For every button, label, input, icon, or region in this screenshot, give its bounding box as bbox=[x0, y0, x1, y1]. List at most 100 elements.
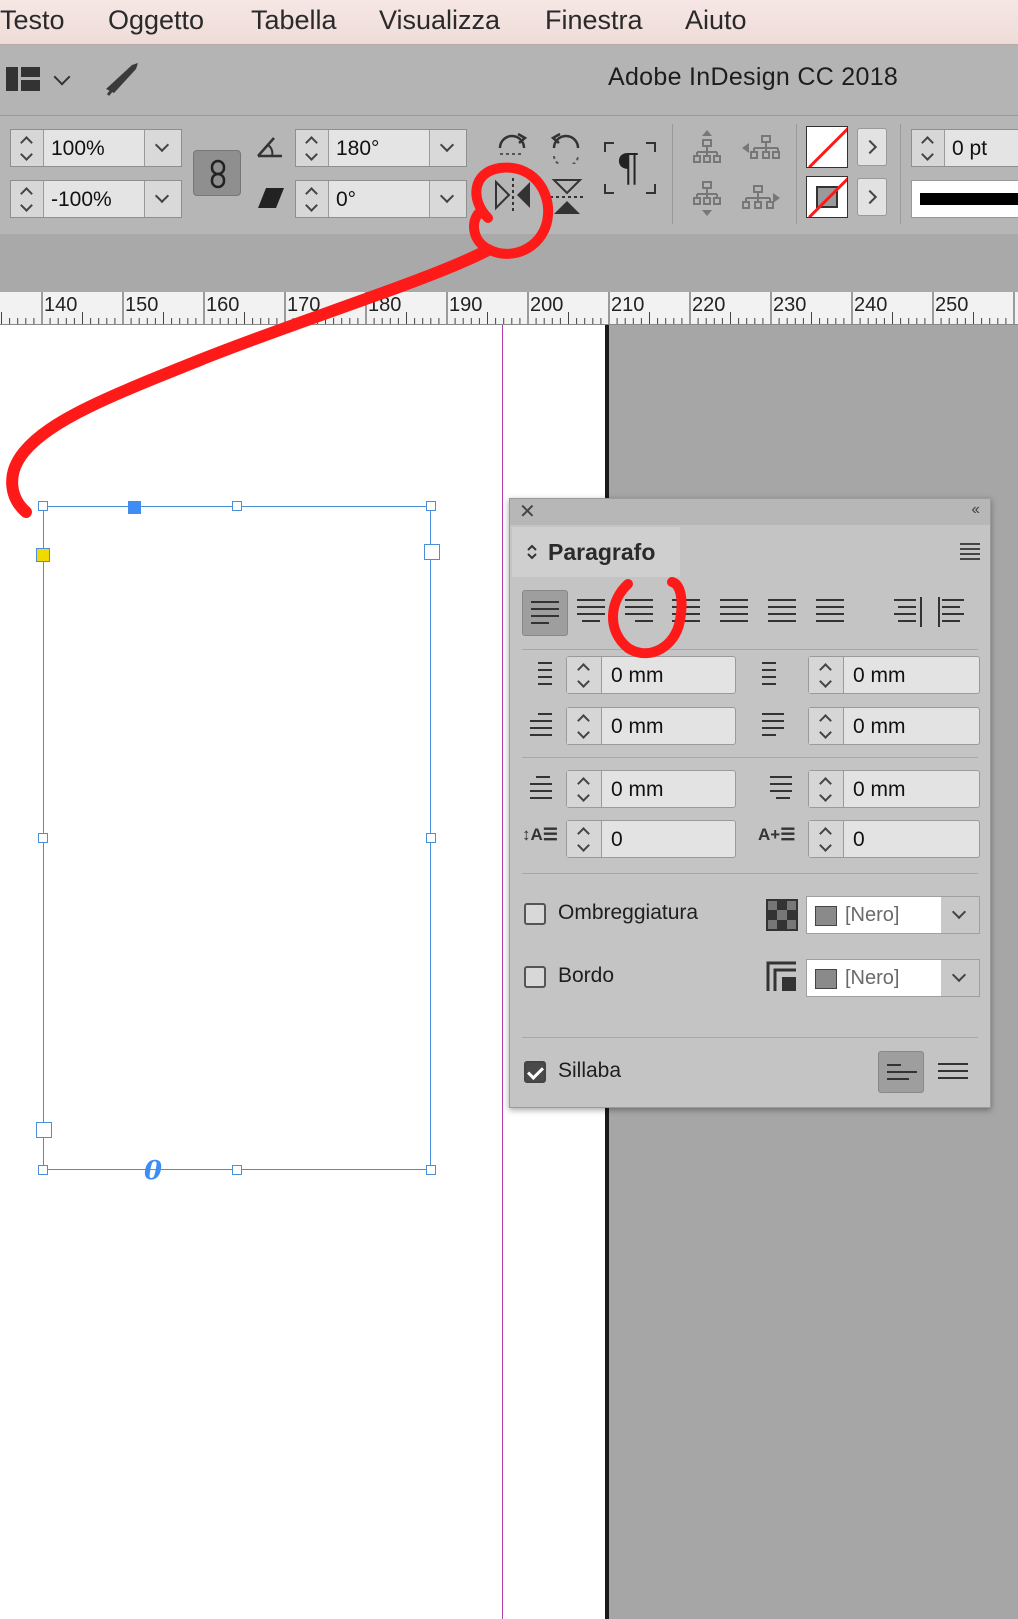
collapse-icon[interactable]: ‹‹ bbox=[971, 501, 980, 519]
hyphenate-checkbox[interactable] bbox=[524, 1061, 546, 1083]
paragraph-composer-icon[interactable] bbox=[938, 1063, 968, 1079]
drop-cap-lines-field[interactable]: 0 bbox=[566, 820, 736, 858]
frame-out-port[interactable] bbox=[424, 544, 440, 560]
align-left-button[interactable] bbox=[522, 590, 568, 636]
scale-y-dropdown[interactable] bbox=[144, 181, 181, 217]
publish-online-icon[interactable] bbox=[102, 59, 142, 99]
ruler-label: 210 bbox=[611, 294, 645, 316]
text-frame[interactable] bbox=[43, 506, 431, 1170]
expand-collapse-icon[interactable] bbox=[526, 543, 538, 561]
align-towards-spine-icon[interactable] bbox=[894, 599, 922, 625]
rotation-field[interactable]: 180° bbox=[295, 129, 467, 167]
shading-settings-icon[interactable] bbox=[766, 899, 798, 931]
select-previous-object-icon[interactable] bbox=[742, 134, 780, 162]
rotation-dropdown[interactable] bbox=[429, 130, 466, 166]
align-away-from-spine-icon[interactable] bbox=[942, 599, 970, 625]
single-line-composer-button[interactable] bbox=[878, 1051, 924, 1093]
stroke-swatch[interactable] bbox=[806, 176, 848, 218]
stroke-weight-stepper[interactable] bbox=[912, 130, 945, 166]
frame-handle[interactable] bbox=[38, 501, 48, 511]
border-color-select[interactable]: [Nero] bbox=[806, 959, 980, 997]
menu-oggetto[interactable]: Oggetto bbox=[108, 5, 204, 36]
select-next-object-icon[interactable] bbox=[742, 184, 780, 212]
frame-handle[interactable] bbox=[232, 1165, 242, 1175]
drop-cap-chars-stepper[interactable] bbox=[809, 821, 844, 857]
rotation-angle-icon bbox=[257, 137, 282, 158]
scale-x-field[interactable]: 100% bbox=[10, 129, 182, 167]
align-center-icon[interactable] bbox=[577, 599, 605, 625]
fill-menu-button[interactable] bbox=[857, 128, 887, 166]
text-frame-options-button[interactable]: ¶ bbox=[604, 142, 656, 194]
space-after-stepper[interactable] bbox=[809, 771, 844, 807]
first-line-indent-field[interactable]: 0 mm bbox=[566, 707, 736, 745]
link-icon bbox=[210, 159, 226, 189]
tab-paragrafo[interactable]: Paragrafo bbox=[512, 527, 680, 577]
frame-handle[interactable] bbox=[38, 1165, 48, 1175]
border-checkbox[interactable] bbox=[524, 966, 546, 988]
horizontal-ruler[interactable]: 140 150 160 170 180 190 200 210 220 230 … bbox=[0, 292, 1018, 325]
fill-swatch[interactable] bbox=[806, 126, 848, 168]
stroke-menu-button[interactable] bbox=[857, 178, 887, 216]
shear-stepper[interactable] bbox=[296, 181, 329, 217]
corner-handle[interactable] bbox=[36, 1122, 52, 1138]
justify-center-icon[interactable] bbox=[720, 599, 748, 625]
flip-horizontal-icon[interactable] bbox=[494, 178, 532, 212]
frame-handle[interactable] bbox=[426, 833, 436, 843]
left-indent-value: 0 mm bbox=[611, 664, 664, 687]
chevron-down-icon[interactable] bbox=[53, 68, 71, 86]
rotate-clockwise-icon[interactable] bbox=[494, 128, 530, 164]
shading-dropdown[interactable] bbox=[941, 897, 979, 933]
reference-point-handle[interactable] bbox=[128, 501, 141, 514]
frame-handle[interactable] bbox=[38, 833, 48, 843]
drop-cap-chars-field[interactable]: 0 bbox=[808, 820, 980, 858]
menu-visualizza[interactable]: Visualizza bbox=[379, 5, 500, 36]
frame-in-port[interactable] bbox=[36, 548, 50, 562]
menu-finestra[interactable]: Finestra bbox=[545, 5, 643, 36]
flip-vertical-icon[interactable] bbox=[550, 178, 584, 216]
border-settings-icon[interactable] bbox=[766, 961, 798, 993]
workspace-layout-icon[interactable] bbox=[6, 67, 40, 91]
shading-color-select[interactable]: [Nero] bbox=[806, 896, 980, 934]
right-indent-stepper[interactable] bbox=[809, 657, 844, 693]
left-indent-field[interactable]: 0 mm bbox=[566, 656, 736, 694]
space-before-stepper[interactable] bbox=[567, 771, 602, 807]
space-before-field[interactable]: 0 mm bbox=[566, 770, 736, 808]
frame-handle[interactable] bbox=[426, 501, 436, 511]
justify-right-icon[interactable] bbox=[768, 599, 796, 625]
last-line-indent-field[interactable]: 0 mm bbox=[808, 707, 980, 745]
space-after-field[interactable]: 0 mm bbox=[808, 770, 980, 808]
select-content-icon[interactable] bbox=[692, 180, 722, 218]
stroke-weight-field[interactable]: 0 pt bbox=[911, 129, 1018, 167]
frame-handle[interactable] bbox=[232, 501, 242, 511]
select-container-icon[interactable] bbox=[692, 130, 722, 164]
rotate-counterclockwise-icon[interactable] bbox=[548, 128, 584, 164]
ruler-label: 170 bbox=[287, 294, 321, 316]
frame-handle[interactable] bbox=[426, 1165, 436, 1175]
border-dropdown[interactable] bbox=[941, 960, 979, 996]
left-indent-stepper[interactable] bbox=[567, 657, 602, 693]
menu-aiuto[interactable]: Aiuto bbox=[685, 5, 747, 36]
align-right-icon[interactable] bbox=[625, 599, 653, 625]
scale-y-stepper[interactable] bbox=[11, 181, 44, 217]
space-after-value: 0 mm bbox=[853, 778, 906, 801]
shear-dropdown[interactable] bbox=[429, 181, 466, 217]
right-indent-icon bbox=[762, 662, 792, 692]
menu-testo[interactable]: Testo bbox=[0, 5, 65, 36]
constrain-proportions-button[interactable] bbox=[193, 150, 241, 196]
rotation-stepper[interactable] bbox=[296, 130, 329, 166]
drop-cap-lines-stepper[interactable] bbox=[567, 821, 602, 857]
last-line-indent-stepper[interactable] bbox=[809, 708, 844, 744]
scale-y-field[interactable]: -100% bbox=[10, 180, 182, 218]
first-line-indent-stepper[interactable] bbox=[567, 708, 602, 744]
scale-x-stepper[interactable] bbox=[11, 130, 44, 166]
justify-all-icon[interactable] bbox=[816, 599, 844, 625]
shading-checkbox[interactable] bbox=[524, 903, 546, 925]
scale-x-dropdown[interactable] bbox=[144, 130, 181, 166]
close-icon[interactable]: ✕ bbox=[519, 499, 536, 524]
right-indent-field[interactable]: 0 mm bbox=[808, 656, 980, 694]
stroke-type-selector[interactable] bbox=[911, 180, 1018, 218]
shear-field[interactable]: 0° bbox=[295, 180, 467, 218]
panel-menu-icon[interactable] bbox=[960, 543, 980, 560]
justify-left-icon[interactable] bbox=[672, 599, 700, 625]
menu-tabella[interactable]: Tabella bbox=[251, 5, 337, 36]
